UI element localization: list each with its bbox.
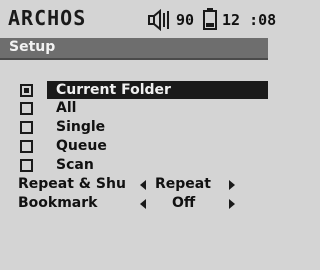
checkbox-all[interactable] bbox=[20, 102, 33, 115]
option-single[interactable]: Single bbox=[56, 118, 105, 136]
checkbox-single[interactable] bbox=[20, 121, 33, 134]
brand-logo: ARCHOS bbox=[8, 6, 87, 30]
checkbox-queue[interactable] bbox=[20, 140, 33, 153]
setting-value-bookmark[interactable]: Off bbox=[172, 194, 195, 212]
setting-label-repeat-shuffle: Repeat & Shu bbox=[18, 176, 126, 192]
status-bar: ARCHOS 90 12 :08 bbox=[0, 0, 276, 38]
screen-title: Setup bbox=[9, 39, 56, 55]
title-bar: Setup bbox=[0, 38, 268, 60]
arrow-left-icon[interactable] bbox=[140, 180, 146, 190]
arrow-right-icon[interactable] bbox=[229, 199, 235, 209]
volume-level: 90 bbox=[176, 11, 195, 29]
checkbox-scan[interactable] bbox=[20, 159, 33, 172]
setting-value-repeat-shuffle[interactable]: Repeat bbox=[155, 175, 211, 193]
battery-icon bbox=[203, 8, 217, 30]
option-queue[interactable]: Queue bbox=[56, 137, 107, 155]
arrow-left-icon[interactable] bbox=[140, 199, 146, 209]
option-current-folder[interactable]: Current Folder bbox=[47, 81, 268, 99]
setting-label-bookmark: Bookmark bbox=[18, 195, 98, 211]
checkbox-current-folder[interactable] bbox=[20, 84, 33, 97]
speaker-icon bbox=[148, 9, 169, 31]
clock: 12 :08 bbox=[222, 11, 277, 29]
option-all[interactable]: All bbox=[56, 99, 76, 117]
option-scan[interactable]: Scan bbox=[56, 156, 94, 174]
arrow-right-icon[interactable] bbox=[229, 180, 235, 190]
